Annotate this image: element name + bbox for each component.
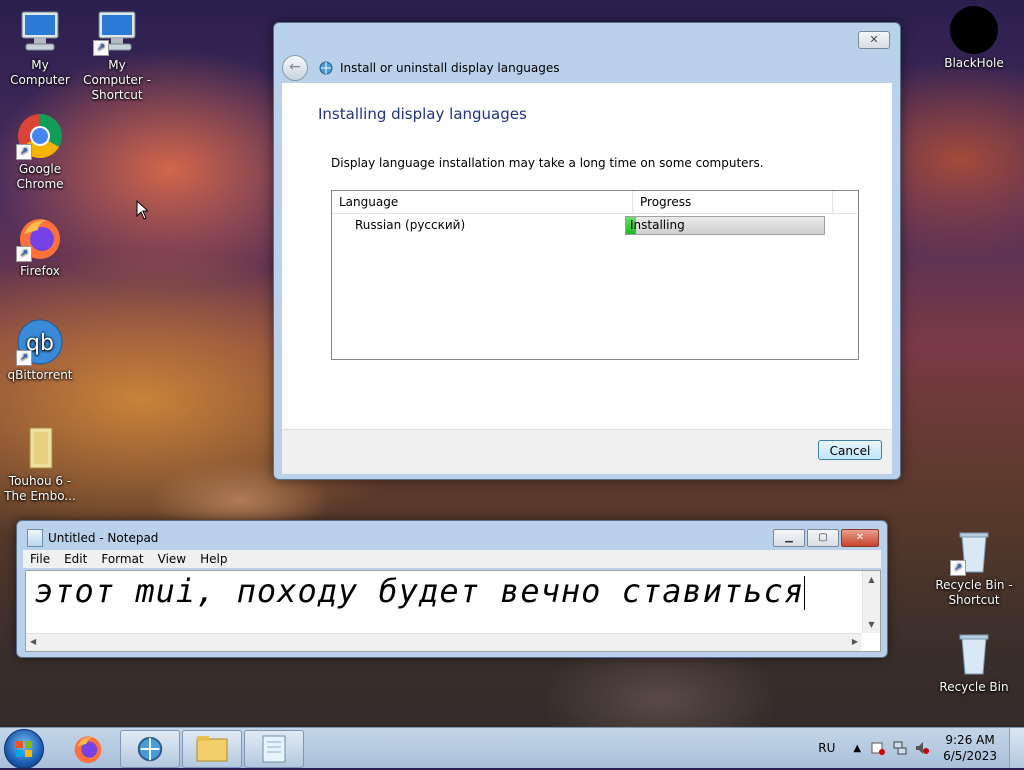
page-title: Installing display languages xyxy=(318,105,527,123)
blackhole-icon xyxy=(950,6,998,54)
desktop-icon-qbittorrent[interactable]: qb ↗ qBittorrent xyxy=(0,318,80,383)
desktop-icon-recycle-bin[interactable]: Recycle Bin xyxy=(934,630,1014,695)
menu-edit[interactable]: Edit xyxy=(57,550,94,568)
shortcut-arrow-icon: ↗ xyxy=(16,246,32,262)
close-button[interactable]: ✕ xyxy=(841,529,879,547)
minimize-button[interactable]: ▁ xyxy=(773,529,805,547)
recycle-bin-icon xyxy=(950,630,998,678)
input-language-indicator[interactable]: RU xyxy=(818,741,835,755)
progress-status: Installing xyxy=(630,217,685,232)
desktop-icon-label: BlackHole xyxy=(944,56,1004,70)
maximize-button[interactable]: ▢ xyxy=(807,529,839,547)
desktop-icon-label: My Computer xyxy=(10,58,70,87)
firefox-icon xyxy=(74,736,102,763)
shortcut-arrow-icon: ↗ xyxy=(16,144,32,160)
dialog-header: ← Install or uninstall display languages xyxy=(282,53,890,83)
dialog-body: Installing display languages Display lan… xyxy=(282,83,892,429)
computer-icon xyxy=(16,8,64,56)
column-header-language[interactable]: Language xyxy=(332,191,633,213)
clock[interactable]: 9:26 AM 6/5/2023 xyxy=(943,732,997,764)
notepad-window: Untitled - Notepad ▁ ▢ ✕ File Edit Forma… xyxy=(16,520,888,658)
network-icon[interactable] xyxy=(893,741,907,755)
menu-file[interactable]: File xyxy=(23,550,57,568)
horizontal-scrollbar[interactable]: ◀ ▶ xyxy=(26,633,862,651)
mouse-pointer-icon xyxy=(136,200,148,220)
dialog-footer: Cancel xyxy=(282,429,892,474)
install-progress-bar: Installing xyxy=(625,215,825,235)
menu-bar: File Edit Format View Help xyxy=(23,550,881,568)
clock-date: 6/5/2023 xyxy=(943,749,997,763)
desktop-icon-touhou[interactable]: Touhou 6 - The Embo... xyxy=(0,424,80,504)
language-settings-icon xyxy=(137,736,163,762)
notepad-icon xyxy=(27,529,43,547)
scroll-left-icon[interactable]: ◀ xyxy=(30,637,36,646)
desktop-icon-label: qBittorrent xyxy=(7,368,73,382)
menu-help[interactable]: Help xyxy=(193,550,234,568)
text-caret xyxy=(804,576,806,610)
list-item[interactable]: Russian (русский) Installing xyxy=(332,214,858,236)
desktop-icon-my-computer-shortcut[interactable]: ↗ My Computer - Shortcut xyxy=(77,8,157,103)
taskbar-language-settings[interactable] xyxy=(120,730,180,768)
scroll-up-icon[interactable]: ▲ xyxy=(863,575,880,584)
action-center-icon[interactable] xyxy=(871,741,886,755)
desktop-icon-google-chrome[interactable]: ↗ Google Chrome xyxy=(0,112,80,192)
show-desktop-button[interactable] xyxy=(1009,728,1024,768)
menu-view[interactable]: View xyxy=(151,550,193,568)
editor-content: этот mui, походу будет вечно ставиться xyxy=(34,571,806,611)
editor-text: этот mui, походу будет вечно ставиться xyxy=(34,572,805,610)
install-description: Display language installation may take a… xyxy=(331,156,764,170)
window-controls: ▁ ▢ ✕ xyxy=(771,529,879,547)
desktop-icon-recycle-bin-shortcut[interactable]: ↗ Recycle Bin - Shortcut xyxy=(934,528,1014,608)
firefox-icon: ↗ xyxy=(16,214,64,262)
desktop-icon-label: Recycle Bin xyxy=(939,680,1009,694)
chrome-icon: ↗ xyxy=(16,112,64,160)
language-name: Russian (русский) xyxy=(355,218,466,232)
shortcut-arrow-icon: ↗ xyxy=(16,350,32,366)
notepad-titlebar: Untitled - Notepad xyxy=(27,529,158,547)
volume-muted-icon[interactable] xyxy=(915,741,930,755)
list-header: Language Progress xyxy=(332,191,858,214)
language-install-dialog: ✕ ← Install or uninstall display languag… xyxy=(273,22,901,480)
desktop-icon-my-computer[interactable]: My Computer xyxy=(0,8,80,88)
system-tray: RU ▲ 9:26 AM 6/5/2023 xyxy=(818,728,1024,768)
desktop-icon-label: Firefox xyxy=(20,264,60,278)
taskbar-firefox[interactable] xyxy=(58,730,118,768)
menu-format[interactable]: Format xyxy=(94,550,150,568)
desktop-icon-label: Google Chrome xyxy=(16,162,64,191)
scroll-down-icon[interactable]: ▼ xyxy=(863,620,880,629)
desktop-icon-label: My Computer - Shortcut xyxy=(83,58,151,102)
qbittorrent-icon: qb ↗ xyxy=(16,318,64,366)
vertical-scrollbar[interactable]: ▲ ▼ xyxy=(862,571,880,633)
scroll-right-icon[interactable]: ▶ xyxy=(852,637,858,646)
shortcut-arrow-icon: ↗ xyxy=(93,40,109,56)
desktop-icon-blackhole[interactable]: BlackHole xyxy=(934,6,1014,71)
notepad-title: Untitled - Notepad xyxy=(48,531,159,545)
dialog-window-title: Install or uninstall display languages xyxy=(340,61,560,75)
dialog-close-button[interactable]: ✕ xyxy=(858,31,890,49)
back-button[interactable]: ← xyxy=(282,55,308,81)
recycle-bin-icon: ↗ xyxy=(950,528,998,576)
text-editor-area[interactable]: этот mui, походу будет вечно ставиться ▲… xyxy=(25,570,881,652)
column-header-progress[interactable]: Progress xyxy=(633,191,833,213)
notepad-icon xyxy=(262,735,286,763)
folder-icon xyxy=(196,736,228,762)
language-settings-icon xyxy=(319,61,333,75)
clock-time: 9:26 AM xyxy=(945,733,995,747)
cancel-button[interactable]: Cancel xyxy=(818,440,882,460)
language-list: Language Progress Russian (русский) Inst… xyxy=(331,190,859,360)
taskbar-notepad[interactable] xyxy=(244,730,304,768)
windows-logo-icon xyxy=(16,741,32,757)
taskbar-explorer[interactable] xyxy=(182,730,242,768)
desktop-icon-firefox[interactable]: ↗ Firefox xyxy=(0,214,80,279)
folder-icon xyxy=(16,424,64,472)
desktop-icon-label: Touhou 6 - The Embo... xyxy=(4,474,76,503)
desktop-icon-label: Recycle Bin - Shortcut xyxy=(935,578,1013,607)
taskbar: RU ▲ 9:26 AM 6/5/2023 xyxy=(0,727,1024,769)
start-button[interactable] xyxy=(4,729,44,769)
shortcut-arrow-icon: ↗ xyxy=(950,560,966,576)
show-hidden-icons-button[interactable]: ▲ xyxy=(853,743,861,754)
computer-icon: ↗ xyxy=(93,8,141,56)
